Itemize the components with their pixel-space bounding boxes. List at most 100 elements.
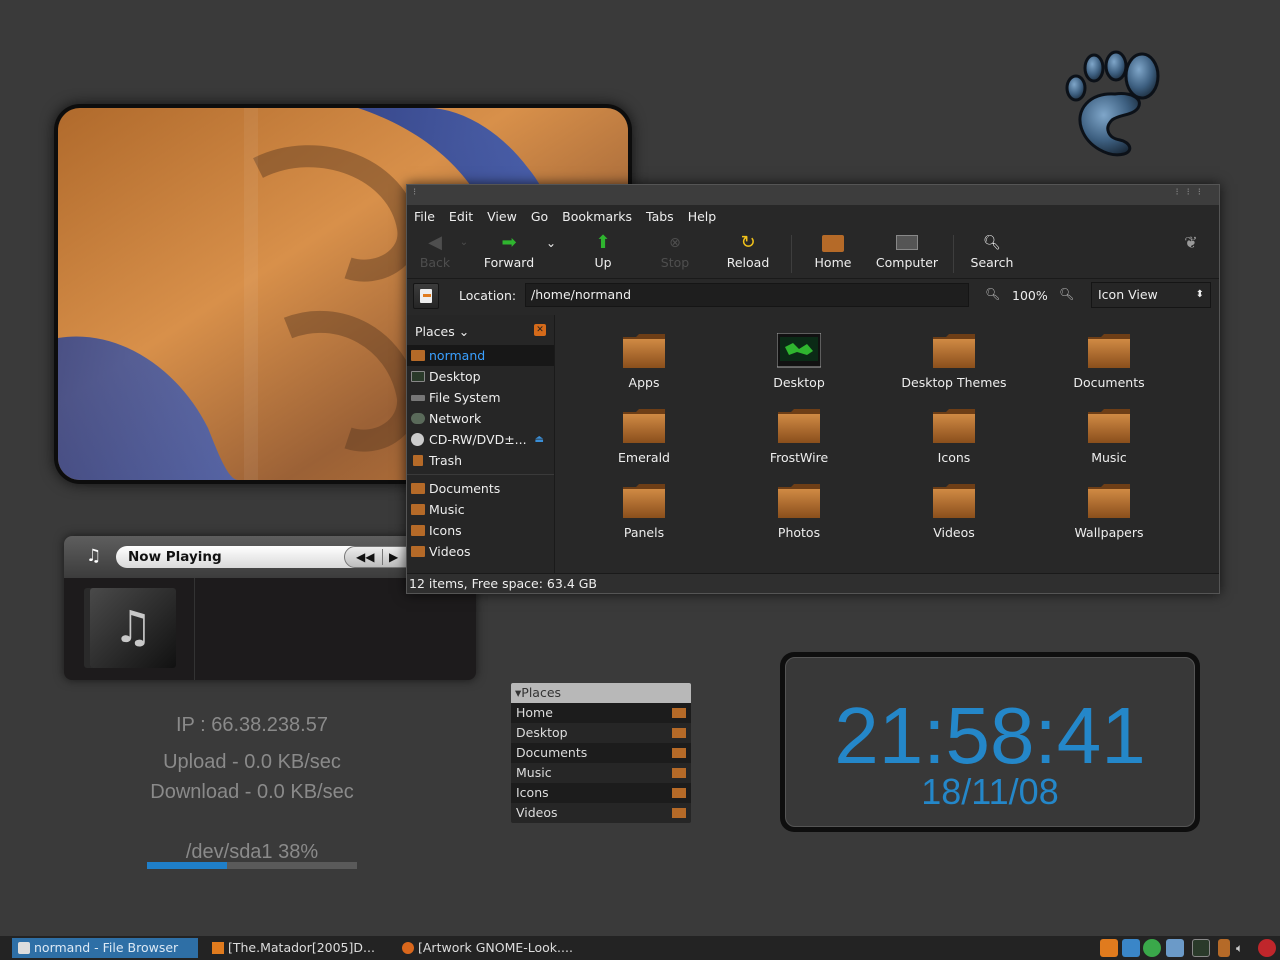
places-panel-item-icons[interactable]: Icons	[511, 783, 691, 803]
file-item[interactable]: Documents	[1034, 333, 1184, 390]
now-playing-field[interactable]: Now Playing ✕	[116, 546, 382, 568]
folder-icon	[777, 483, 821, 519]
file-item[interactable]: Panels	[569, 483, 719, 540]
clock-date: 18/11/08	[921, 771, 1059, 812]
back-history-dropdown[interactable]: ⌄	[457, 231, 471, 255]
upload-rate: Upload - 0.0 KB/sec	[163, 751, 341, 773]
sidebar-title-dropdown[interactable]: Places ⌄	[415, 324, 469, 339]
reload-button[interactable]: ↻ Reload	[721, 231, 775, 270]
update-tray-icon[interactable]	[1143, 939, 1161, 957]
menu-go[interactable]: Go	[531, 209, 548, 224]
places-panel-header[interactable]: ▾Places	[511, 683, 691, 703]
file-item[interactable]: Desktop	[724, 332, 874, 390]
forward-history-dropdown[interactable]: ⌄	[543, 231, 559, 255]
folder-icon	[1087, 483, 1131, 519]
search-button[interactable]: 🔍︎ Search	[967, 231, 1017, 270]
file-item[interactable]: Emerald	[569, 408, 719, 465]
sidebar-item-desktop[interactable]: Desktop	[407, 366, 554, 387]
filesystem-icon	[411, 395, 425, 401]
menu-edit[interactable]: Edit	[449, 209, 473, 224]
volume-icon[interactable]: 🔈︎	[1236, 939, 1254, 957]
play-icon[interactable]: ▶	[389, 547, 398, 567]
file-label: Documents	[1073, 375, 1145, 390]
reload-icon: ↻	[740, 232, 756, 253]
file-item[interactable]: FrostWire	[724, 408, 874, 465]
location-input[interactable]: /home/normand	[525, 283, 969, 307]
folder-icon	[622, 408, 666, 444]
trash-tray-icon[interactable]	[1218, 939, 1230, 957]
sidebar-item-file-system[interactable]: File System	[407, 387, 554, 408]
location-label: Location:	[459, 288, 517, 303]
sidebar-bookmark-icons[interactable]: Icons	[407, 520, 554, 541]
menu-tabs[interactable]: Tabs	[646, 209, 674, 224]
gnome-foot-logo	[1060, 46, 1170, 162]
folder-icon	[622, 483, 666, 519]
vlc-tray-icon[interactable]	[1100, 939, 1118, 957]
up-button[interactable]: ⬆ Up	[583, 231, 623, 270]
task-firefox[interactable]: [Artwork GNOME-Look....	[396, 938, 582, 958]
places-panel-item-documents[interactable]: Documents	[511, 743, 691, 763]
computer-button[interactable]: Computer	[873, 231, 941, 270]
folder-icon	[672, 708, 686, 718]
sidebar-bookmark-documents[interactable]: Documents	[407, 478, 554, 499]
toolbar-separator	[791, 235, 792, 273]
folder-icon	[672, 748, 686, 758]
forward-button[interactable]: ➡ Forward	[479, 231, 539, 270]
places-panel-item-videos[interactable]: Videos	[511, 803, 691, 823]
zoom-out-icon[interactable]: 🔍︎	[985, 287, 1000, 301]
window-controls[interactable]: ⁝⁝⁝	[1175, 187, 1209, 198]
folder-icon	[411, 504, 425, 515]
folder-icon	[932, 333, 976, 369]
file-label: FrostWire	[769, 450, 829, 465]
menu-help[interactable]: Help	[688, 209, 717, 224]
file-label: Emerald	[618, 450, 670, 465]
zoom-in-icon[interactable]: 🔍︎	[1059, 287, 1074, 301]
chat-tray-icon[interactable]	[1166, 939, 1184, 957]
sidebar-item-trash[interactable]: Trash	[407, 450, 554, 471]
window-titlebar[interactable]: ⁝ ⁝⁝⁝	[407, 185, 1219, 205]
places-panel-item-home[interactable]: Home	[511, 703, 691, 723]
menu-view[interactable]: View	[487, 209, 517, 224]
sidebar-item-normand[interactable]: normand	[407, 345, 554, 366]
sidebar-separator	[407, 471, 554, 475]
places-panel-item-music[interactable]: Music	[511, 763, 691, 783]
folder-icon	[932, 408, 976, 444]
status-bar: 12 items, Free space: 63.4 GB	[407, 573, 1219, 593]
file-browser-window: ⁝ ⁝⁝⁝ File Edit View Go Bookmarks Tabs H…	[406, 184, 1220, 594]
sidebar-item-cdrom[interactable]: CD-RW/DVD±... ⏏	[407, 429, 554, 450]
back-button[interactable]: ◀ Back	[415, 231, 455, 270]
folder-icon	[672, 768, 686, 778]
file-item[interactable]: Apps	[569, 333, 719, 390]
file-item[interactable]: Photos	[724, 483, 874, 540]
task-file-browser[interactable]: normand - File Browser	[12, 938, 198, 958]
sidebar-item-network[interactable]: Network	[407, 408, 554, 429]
folder-icon	[1087, 408, 1131, 444]
sidebar-bookmark-videos[interactable]: Videos	[407, 541, 554, 562]
close-sidebar-icon[interactable]: ✕	[534, 324, 546, 336]
stop-button[interactable]: ⊗ Stop	[655, 231, 695, 270]
view-mode-value: Icon View	[1098, 287, 1158, 302]
download-rate: Download - 0.0 KB/sec	[150, 781, 354, 803]
file-item[interactable]: Desktop Themes	[879, 333, 1029, 390]
vlc-icon	[212, 942, 224, 954]
system-monitor-tray-icon[interactable]	[1192, 939, 1210, 957]
network-tray-icon[interactable]	[1122, 939, 1140, 957]
file-item[interactable]: Music	[1034, 408, 1184, 465]
menu-file[interactable]: File	[414, 209, 435, 224]
file-label: Desktop	[773, 375, 825, 390]
places-panel-item-desktop[interactable]: Desktop	[511, 723, 691, 743]
sidebar-bookmark-music[interactable]: Music	[407, 499, 554, 520]
computer-icon	[873, 231, 941, 255]
location-toggle-button[interactable]	[413, 283, 439, 309]
home-button[interactable]: Home	[811, 231, 855, 270]
eject-icon[interactable]: ⏏	[535, 429, 544, 450]
file-item[interactable]: Wallpapers	[1034, 483, 1184, 540]
view-mode-select[interactable]: Icon View ⬍	[1091, 282, 1211, 308]
rewind-icon[interactable]: ◀◀	[356, 547, 374, 567]
task-vlc[interactable]: [The.Matador[2005]D...	[206, 938, 386, 958]
folder-icon	[622, 333, 666, 369]
file-item[interactable]: Videos	[879, 483, 1029, 540]
shutdown-icon[interactable]	[1258, 939, 1276, 957]
file-item[interactable]: Icons	[879, 408, 1029, 465]
menu-bookmarks[interactable]: Bookmarks	[562, 209, 632, 224]
